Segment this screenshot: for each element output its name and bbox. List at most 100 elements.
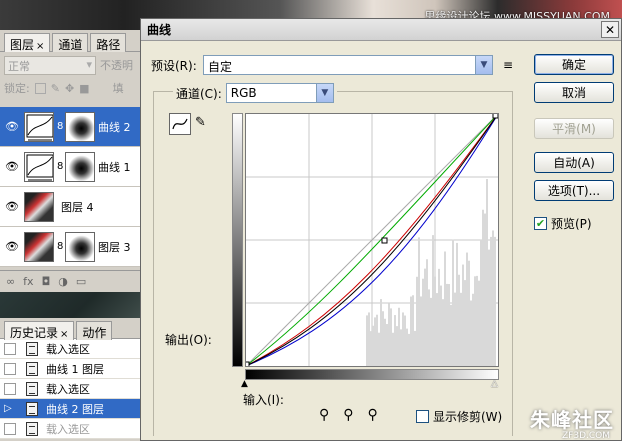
lock-all-icon[interactable]: ■	[79, 82, 89, 95]
preview-row[interactable]: ✔ 预览(P)	[534, 215, 592, 232]
auto-button[interactable]: 自动(A)	[534, 152, 614, 173]
histogram-bar	[462, 264, 464, 366]
history-item[interactable]: 载入选区	[0, 419, 140, 439]
histogram-bar	[450, 304, 452, 366]
lock-transparent-icon[interactable]	[34, 82, 46, 94]
ok-button[interactable]: 确定	[534, 54, 614, 75]
layer-name: 图层 3	[98, 240, 131, 254]
eye-icon[interactable]: 👁	[4, 239, 20, 255]
curve-graph[interactable]	[243, 112, 499, 368]
lock-brush-icon[interactable]: ✎	[51, 82, 60, 95]
pencil-icon[interactable]: ✎	[195, 115, 213, 133]
lock-move-icon[interactable]: ✥	[65, 82, 74, 95]
dialog-titlebar[interactable]: 曲线	[141, 19, 621, 41]
layer-row[interactable]: 👁 8 曲线 2	[0, 107, 150, 147]
histogram-bar	[446, 283, 448, 366]
tab-paths[interactable]: 路径	[90, 33, 127, 52]
fx-icon[interactable]: fx	[23, 275, 33, 288]
layer-row[interactable]: 👁 图层 4	[0, 187, 150, 227]
histogram-bar	[388, 303, 390, 366]
layers-panel-tabs: 图层 × 通道 路径	[0, 30, 149, 52]
eye-icon[interactable]: 👁	[4, 199, 20, 215]
histogram-bar	[406, 328, 408, 366]
link-layers-icon[interactable]: ∞	[6, 275, 15, 288]
preset-options-icon[interactable]: ≡	[503, 58, 513, 72]
curve-svg[interactable]	[243, 112, 499, 368]
chevron-down-icon[interactable]: ▼	[315, 84, 333, 102]
histogram-bar	[470, 300, 472, 366]
histogram-bar	[460, 292, 462, 366]
history-doc-icon	[26, 361, 38, 376]
close-button[interactable]: ✕	[601, 21, 619, 38]
channel-label: 通道(C):	[176, 86, 222, 101]
history-tabs: 历史记录 × 动作	[0, 318, 140, 340]
curve-point[interactable]	[492, 112, 499, 119]
layers-panel: 图层× 通道 路径 正常 不透明 锁定: ✎ ✥ ■ 填 👁 8 曲线 2 👁	[0, 30, 150, 292]
preset-select[interactable]: 自定 ▼	[203, 55, 493, 75]
smooth-button[interactable]: 平滑(M)	[534, 118, 614, 139]
eyedroppers: ⚲ ⚲ ⚲	[319, 407, 378, 423]
output-label: 输出(O):	[165, 333, 212, 347]
histogram-bar	[488, 249, 490, 366]
curves-adjustment-icon	[24, 151, 54, 182]
white-point-slider[interactable]: △	[491, 379, 498, 389]
chevron-down-icon[interactable]: ▼	[475, 56, 492, 74]
dialog-title: 曲线	[147, 23, 172, 37]
history-item[interactable]: 曲线 1 图层	[0, 359, 140, 379]
histogram-bar	[408, 333, 410, 366]
tab-layers[interactable]: 图层 ×	[4, 33, 51, 52]
curve-point[interactable]	[243, 361, 250, 368]
history-item[interactable]: 载入选区	[0, 339, 140, 359]
eye-icon[interactable]: 👁	[4, 119, 20, 135]
histogram-bar	[466, 252, 468, 366]
fill-label: 填	[112, 82, 124, 95]
preset-label: 预设(R):	[151, 58, 197, 73]
histogram-bar	[426, 259, 428, 366]
options-button[interactable]: 选项(T)...	[534, 180, 614, 201]
histogram-bar	[468, 260, 470, 366]
tab-history[interactable]: 历史记录 ×	[4, 321, 75, 340]
close-icon[interactable]: ×	[36, 41, 44, 52]
histogram-bar	[414, 330, 416, 366]
histogram-bar	[368, 312, 370, 366]
tab-channels[interactable]: 通道	[52, 33, 89, 52]
histogram-bar	[418, 237, 420, 366]
histogram-bar	[456, 242, 458, 366]
histogram-bar	[374, 317, 376, 366]
preview-checkbox[interactable]: ✔	[534, 217, 547, 230]
layer-mask-thumbnail	[65, 231, 95, 262]
curve-point[interactable]	[381, 237, 388, 244]
add-mask-icon[interactable]: ◘	[42, 275, 51, 288]
opacity-label: 不透明	[100, 59, 133, 72]
history-item[interactable]: ▷ 曲线 2 图层	[0, 399, 140, 419]
histogram-bar	[404, 315, 406, 366]
histogram-bar	[394, 315, 396, 366]
layer-row[interactable]: 👁 8 曲线 1	[0, 147, 150, 187]
blend-mode-select[interactable]: 正常	[4, 55, 96, 75]
white-eyedropper-icon[interactable]: ⚲	[368, 407, 378, 423]
black-eyedropper-icon[interactable]: ⚲	[319, 407, 329, 423]
show-clipping-row[interactable]: 显示修剪(W)	[416, 408, 502, 425]
gray-eyedropper-icon[interactable]: ⚲	[343, 407, 353, 423]
history-doc-icon	[26, 381, 38, 396]
channel-row: 通道(C): RGB ▼	[173, 83, 337, 103]
layer-name: 图层 4	[61, 200, 94, 214]
tab-actions[interactable]: 动作	[76, 321, 113, 340]
histogram-bar	[400, 329, 402, 366]
history-item[interactable]: 载入选区	[0, 379, 140, 399]
cancel-button[interactable]: 取消	[534, 82, 614, 103]
layer-name: 曲线 2	[98, 120, 131, 134]
history-panel: 历史记录 × 动作 载入选区 曲线 1 图层 载入选区 ▷ 曲线 2 图层 载入选区	[0, 318, 140, 441]
group-icon[interactable]: ▭	[76, 275, 86, 288]
histogram-bar	[410, 296, 412, 366]
adjustment-icon[interactable]: ◑	[58, 275, 68, 288]
curve-point-tool-icon[interactable]	[169, 113, 191, 135]
black-point-slider[interactable]: ▲	[241, 379, 248, 389]
close-icon[interactable]: ×	[60, 329, 68, 340]
eye-icon[interactable]: 👁	[4, 159, 20, 175]
layer-mask-thumbnail	[65, 151, 95, 182]
layer-row[interactable]: 👁 8 图层 3	[0, 227, 150, 267]
channel-select[interactable]: RGB ▼	[225, 83, 334, 103]
output-gradient-bar	[232, 113, 243, 367]
show-clipping-checkbox[interactable]	[416, 410, 429, 423]
